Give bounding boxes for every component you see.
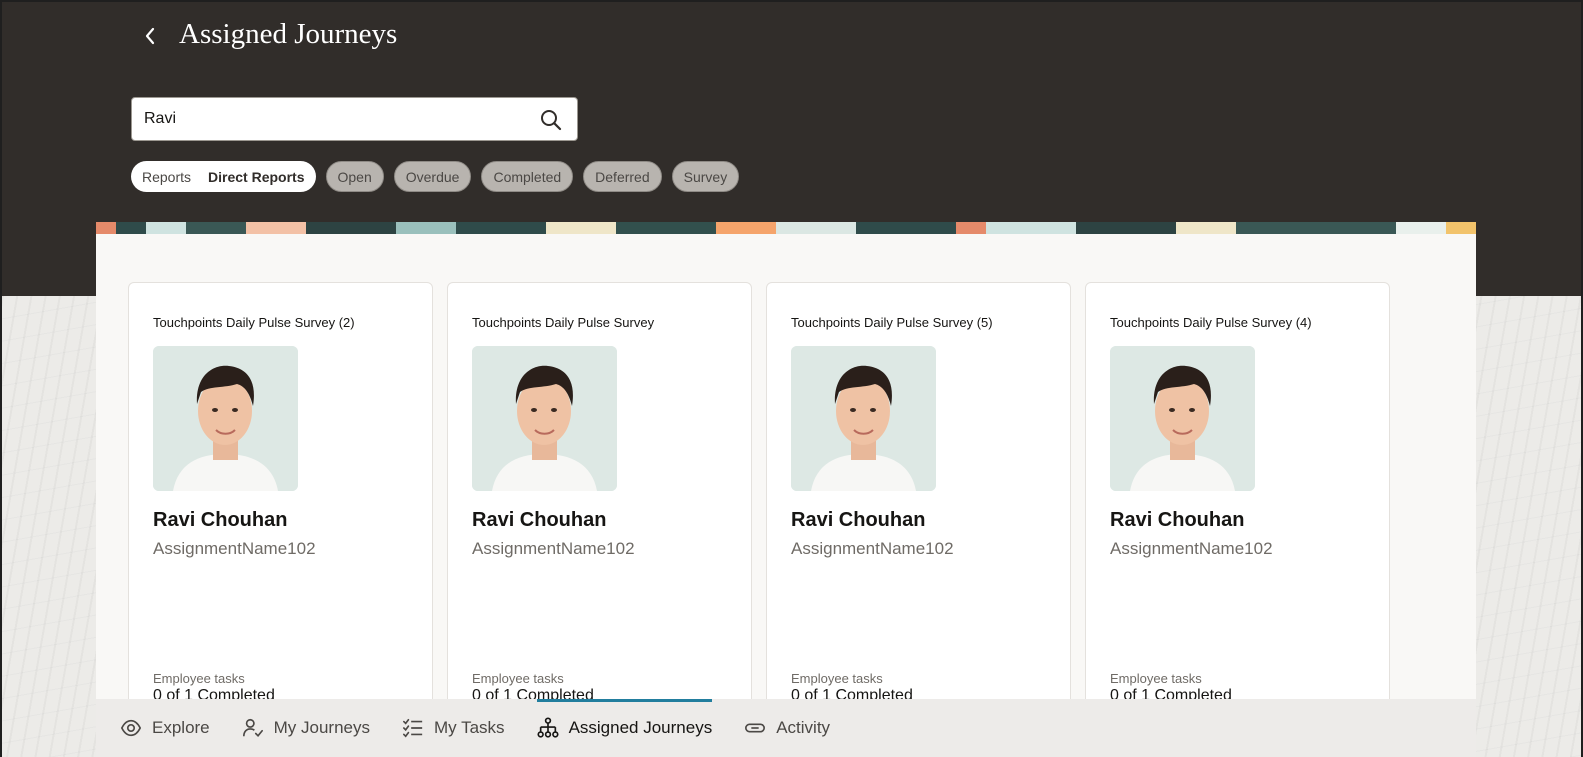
nav-explore[interactable]: Explore	[120, 699, 210, 757]
person-check-icon	[242, 718, 263, 738]
person-photo-icon	[1110, 346, 1255, 491]
nav-my-tasks[interactable]: My Tasks	[402, 699, 505, 757]
decorative-banner	[96, 222, 1476, 234]
journey-card[interactable]: Touchpoints Daily Pulse Survey (2) Ravi …	[128, 282, 433, 700]
person-name: Ravi Chouhan	[1110, 509, 1245, 531]
search-field[interactable]	[131, 97, 578, 141]
person-photo-icon	[472, 346, 617, 491]
filter-chips: Reports Direct Reports Open Overdue Comp…	[131, 161, 749, 192]
segment-reports[interactable]: Reports	[142, 169, 191, 185]
avatar	[472, 346, 617, 491]
eye-icon	[120, 719, 142, 737]
chip-survey[interactable]: Survey	[671, 161, 740, 192]
journeys-panel: Touchpoints Daily Pulse Survey (2) Ravi …	[96, 222, 1476, 700]
person-name: Ravi Chouhan	[791, 509, 926, 531]
reports-segmented-control: Reports Direct Reports	[131, 161, 316, 192]
nav-assigned-journeys[interactable]: Assigned Journeys	[536, 699, 713, 757]
nav-my-tasks-label: My Tasks	[434, 718, 505, 737]
checklist-icon	[403, 718, 423, 738]
tasks-label: Employee tasks	[1110, 671, 1202, 686]
avatar	[1110, 346, 1255, 491]
tasks-label: Employee tasks	[472, 671, 564, 686]
chip-overdue[interactable]: Overdue	[393, 161, 472, 192]
nav-assigned-journeys-label: Assigned Journeys	[568, 718, 713, 737]
journey-card[interactable]: Touchpoints Daily Pulse Survey (5) Ravi …	[766, 282, 1071, 700]
chip-deferred[interactable]: Deferred	[583, 161, 662, 192]
back-button[interactable]	[138, 22, 162, 50]
nav-activity-label: Activity	[776, 718, 831, 737]
avatar	[791, 346, 936, 491]
tasks-label: Employee tasks	[791, 671, 883, 686]
hierarchy-icon	[537, 717, 559, 738]
journey-card[interactable]: Touchpoints Daily Pulse Survey (4) Ravi …	[1085, 282, 1390, 700]
link-icon	[745, 723, 766, 733]
person-name: Ravi Chouhan	[153, 509, 288, 531]
segment-direct-reports[interactable]: Direct Reports	[208, 169, 304, 185]
person-photo-icon	[153, 346, 298, 491]
assignment-name: AssignmentName102	[153, 539, 316, 558]
chip-open[interactable]: Open	[325, 161, 384, 192]
person-name: Ravi Chouhan	[472, 509, 607, 531]
chevron-left-icon	[145, 27, 155, 45]
nav-my-journeys[interactable]: My Journeys	[242, 699, 370, 757]
chip-completed[interactable]: Completed	[481, 161, 574, 192]
person-photo-icon	[791, 346, 936, 491]
search-icon[interactable]	[539, 108, 563, 132]
card-title: Touchpoints Daily Pulse Survey	[472, 315, 655, 330]
assignment-name: AssignmentName102	[1110, 539, 1273, 558]
card-title: Touchpoints Daily Pulse Survey (2)	[153, 315, 355, 330]
bottom-navigation: Explore My Journeys My Tasks Assigned Jo…	[96, 699, 1476, 757]
nav-activity[interactable]: Activity	[744, 699, 830, 757]
tasks-label: Employee tasks	[153, 671, 245, 686]
nav-explore-label: Explore	[152, 718, 210, 737]
card-title: Touchpoints Daily Pulse Survey (4)	[1110, 315, 1312, 330]
page-title: Assigned Journeys	[179, 18, 398, 50]
nav-my-journeys-label: My Journeys	[273, 718, 371, 737]
journey-card[interactable]: Touchpoints Daily Pulse Survey Ravi Chou…	[447, 282, 752, 700]
search-input[interactable]	[132, 99, 522, 139]
card-title: Touchpoints Daily Pulse Survey (5)	[791, 315, 993, 330]
assignment-name: AssignmentName102	[472, 539, 635, 558]
assignment-name: AssignmentName102	[791, 539, 954, 558]
avatar	[153, 346, 298, 491]
